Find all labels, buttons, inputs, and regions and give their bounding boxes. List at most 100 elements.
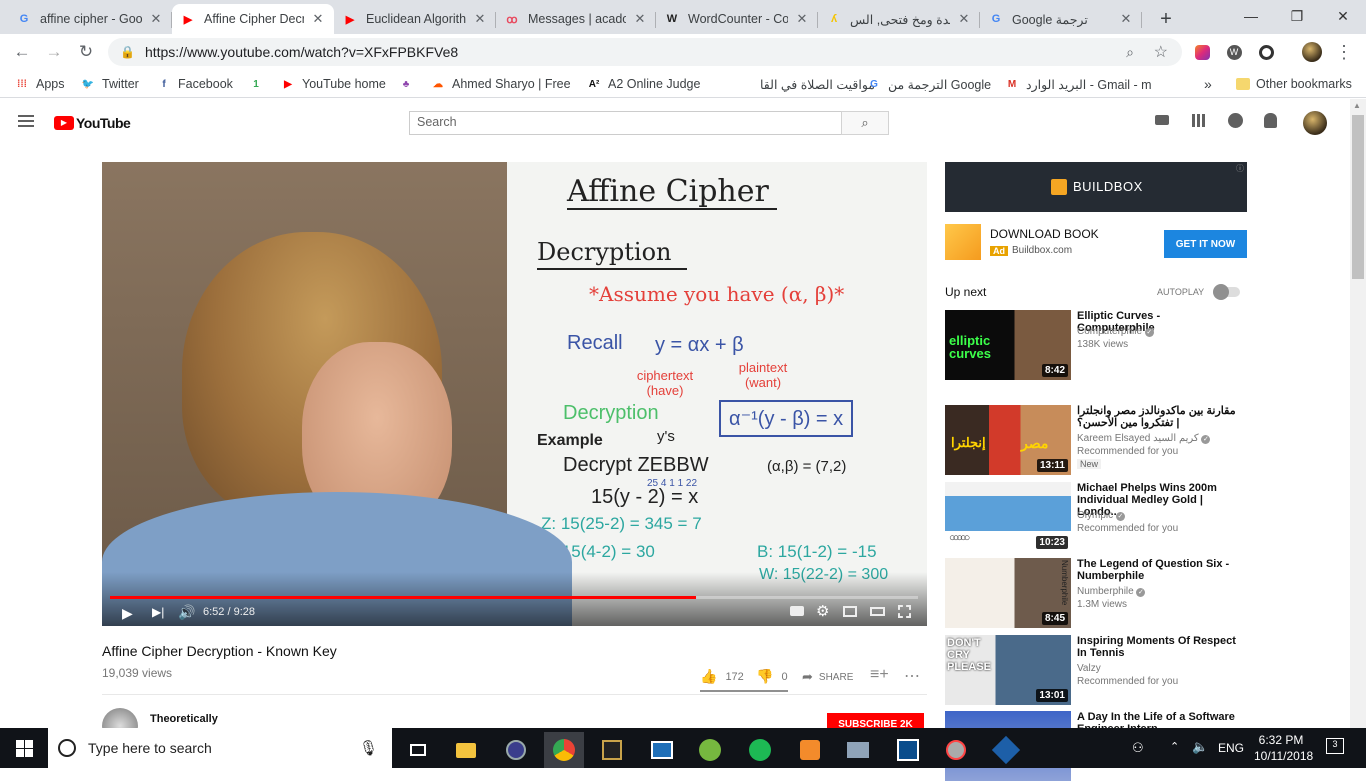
recommendation-thumbnail[interactable]: 10:23 ○○○○○ bbox=[945, 482, 1071, 552]
bookmark-star-icon[interactable]: ☆ bbox=[1154, 42, 1168, 62]
dislike-button[interactable]: 👎 0 bbox=[756, 668, 788, 685]
more-actions-icon[interactable]: ⋯ bbox=[904, 666, 920, 686]
captions-icon[interactable] bbox=[790, 606, 804, 616]
taskbar-search-box[interactable]: Type here to search 🎙 bbox=[48, 728, 392, 768]
volume-icon[interactable]: 🔊 bbox=[178, 604, 195, 621]
recommendation-channel[interactable]: Numberphile ✓ bbox=[1077, 585, 1146, 598]
photos-app-icon[interactable] bbox=[838, 732, 878, 768]
subscribe-button[interactable]: SUBSCRIBE 2K bbox=[827, 713, 924, 728]
zoom-search-icon[interactable]: ⌕ bbox=[1126, 44, 1134, 61]
file-explorer-icon[interactable] bbox=[446, 732, 486, 768]
bookmark-item[interactable]: 1 bbox=[248, 75, 270, 93]
tab-close-icon[interactable]: ✕ bbox=[956, 11, 972, 27]
theater-mode-icon[interactable] bbox=[870, 607, 885, 616]
apps-grid-icon[interactable] bbox=[1192, 114, 1205, 127]
film-app-icon[interactable] bbox=[592, 732, 632, 768]
recommendation-title[interactable]: Inspiring Moments Of Respect In Tennis bbox=[1077, 635, 1237, 659]
ad-banner[interactable]: BUILDBOX ⓘ bbox=[945, 162, 1247, 212]
app-l-icon[interactable] bbox=[888, 732, 928, 768]
bookmark-item[interactable]: f Facebook bbox=[156, 75, 233, 93]
share-button[interactable]: ➦ SHARE bbox=[802, 669, 853, 685]
recommendation-thumbnail[interactable]: 13:11 مصر إنجلترا bbox=[945, 405, 1071, 475]
address-bar[interactable]: 🔒 https://www.youtube.com/watch?v=XFxFPB… bbox=[108, 38, 1182, 66]
other-bookmarks-folder[interactable]: Other bookmarks bbox=[1236, 75, 1352, 93]
forward-icon[interactable]: → bbox=[42, 40, 66, 64]
minimize-button[interactable]: — bbox=[1228, 0, 1274, 32]
screen-record-icon[interactable] bbox=[936, 732, 976, 768]
progress-bar[interactable] bbox=[110, 596, 918, 599]
add-to-playlist-icon[interactable]: ≡+ bbox=[870, 666, 889, 684]
extension-link-icon[interactable] bbox=[1254, 40, 1278, 64]
browser-tab[interactable]: G Google ترجمة ✕ bbox=[980, 4, 1142, 34]
recommendation-channel[interactable]: Kareem Elsayed كريم السيد ✓ bbox=[1077, 432, 1211, 445]
fullscreen-icon[interactable] bbox=[898, 605, 911, 618]
bookmark-item[interactable]: M البريد الوارد - Gmail - m bbox=[1004, 75, 1152, 93]
recommendation-thumbnail[interactable]: 13:01 DON'T CRY PLEASE bbox=[945, 635, 1071, 705]
youtube-logo[interactable]: ▶ YouTube bbox=[54, 115, 131, 131]
settings-gear-icon[interactable]: ⚙ bbox=[816, 602, 829, 620]
page-scrollbar[interactable]: ▲ bbox=[1350, 99, 1366, 728]
more-bookmarks-button[interactable]: » bbox=[1204, 75, 1212, 93]
bookmark-item[interactable]: ☁ Ahmed Sharyo | Free bbox=[430, 75, 571, 93]
reload-icon[interactable]: ↻ bbox=[74, 40, 98, 64]
play-icon[interactable]: ▶ bbox=[122, 605, 133, 622]
extension-wordcounter-icon[interactable]: W bbox=[1222, 40, 1246, 64]
bookmark-item[interactable]: مواقيت الصلاة في القا bbox=[738, 75, 875, 93]
browser-tab[interactable]: ▶ Euclidean Algorith ✕ bbox=[334, 4, 496, 34]
channel-name[interactable]: Theoretically bbox=[150, 713, 218, 725]
virtualbox-icon[interactable] bbox=[986, 732, 1026, 768]
spotify-icon[interactable] bbox=[740, 732, 780, 768]
tab-close-icon[interactable]: ✕ bbox=[632, 11, 648, 27]
bookmark-item[interactable]: A² A2 Online Judge bbox=[586, 75, 701, 93]
account-avatar[interactable] bbox=[1303, 111, 1327, 135]
tab-close-icon[interactable]: ✕ bbox=[794, 11, 810, 27]
miniplayer-icon[interactable] bbox=[843, 606, 857, 617]
autoplay-toggle[interactable] bbox=[1213, 284, 1240, 300]
recommendation-title[interactable]: مقارنة بين ماكدونالدز مصر وانجلترا | تفت… bbox=[1077, 405, 1237, 429]
tab-close-icon[interactable]: ✕ bbox=[148, 11, 164, 27]
notifications-bell-icon[interactable] bbox=[1264, 113, 1277, 128]
back-icon[interactable]: ← bbox=[10, 40, 34, 64]
browser-tab[interactable]: W WordCounter - Co ✕ bbox=[656, 4, 818, 34]
tray-chevron-icon[interactable]: ⌃ bbox=[1170, 740, 1179, 753]
tab-close-icon[interactable]: ✕ bbox=[310, 11, 326, 27]
microphone-icon[interactable]: 🎙 bbox=[359, 739, 378, 757]
chrome-taskbar-icon[interactable] bbox=[544, 732, 584, 768]
task-view-icon[interactable] bbox=[398, 732, 438, 768]
search-icon[interactable]: ⌕ bbox=[841, 111, 889, 135]
new-tab-button[interactable]: + bbox=[1152, 4, 1180, 34]
recommendation-channel[interactable]: Olympic ✓ bbox=[1077, 509, 1125, 522]
ad-info-icon[interactable]: ⓘ bbox=[1236, 163, 1244, 174]
youtube-search-input[interactable]: Search bbox=[409, 111, 842, 135]
next-video-icon[interactable]: ▶| bbox=[152, 605, 164, 619]
recommendation-thumbnail[interactable]: 8:42 elliptic curves bbox=[945, 310, 1071, 380]
action-center-icon[interactable]: 3 bbox=[1326, 738, 1344, 754]
windows-start-icon[interactable] bbox=[4, 730, 44, 766]
chrome-menu-icon[interactable]: ⋮ bbox=[1332, 40, 1356, 64]
utorrent-icon[interactable] bbox=[690, 732, 730, 768]
bookmark-item[interactable]: ▶ YouTube home bbox=[280, 75, 386, 93]
recommendation-channel[interactable]: Computerphile ✓ bbox=[1077, 325, 1154, 338]
maximize-button[interactable]: ❐ bbox=[1274, 0, 1320, 32]
browser-tab[interactable]: ʎ كبدة ومخ فتحى, الس ✕ bbox=[818, 4, 980, 34]
browser-tab[interactable]: ▶ Affine Cipher Decr ✕ bbox=[172, 4, 334, 34]
sublime-text-icon[interactable] bbox=[790, 732, 830, 768]
profile-avatar-icon[interactable] bbox=[1300, 40, 1324, 64]
clock[interactable]: 6:32 PM 10/11/2018 bbox=[1254, 732, 1313, 764]
like-button[interactable]: 👍 172 bbox=[700, 668, 744, 685]
reader-app-icon[interactable] bbox=[642, 732, 682, 768]
create-video-icon[interactable] bbox=[1155, 115, 1169, 125]
video-player[interactable]: Affine Cipher Decryption *Assume you hav… bbox=[102, 162, 927, 626]
tab-close-icon[interactable]: ✕ bbox=[472, 11, 488, 27]
close-window-button[interactable]: ✕ bbox=[1320, 0, 1366, 32]
recommendation-title[interactable]: The Legend of Question Six - Numberphile bbox=[1077, 558, 1237, 582]
speaker-icon[interactable]: 🔈 bbox=[1192, 739, 1208, 755]
bookmark-item[interactable]: 🐦 Twitter bbox=[80, 75, 139, 93]
extension-instagram-icon[interactable] bbox=[1190, 40, 1214, 64]
scrollbar-thumb[interactable] bbox=[1352, 115, 1364, 279]
messages-icon[interactable] bbox=[1228, 113, 1243, 128]
browser-tab[interactable]: Gaffine cipher - Goo ✕ bbox=[8, 4, 172, 34]
recommendation-channel[interactable]: Valzy bbox=[1077, 662, 1101, 675]
hamburger-menu-icon[interactable] bbox=[18, 115, 34, 127]
bookmark-item[interactable]: ♣ bbox=[398, 75, 420, 93]
